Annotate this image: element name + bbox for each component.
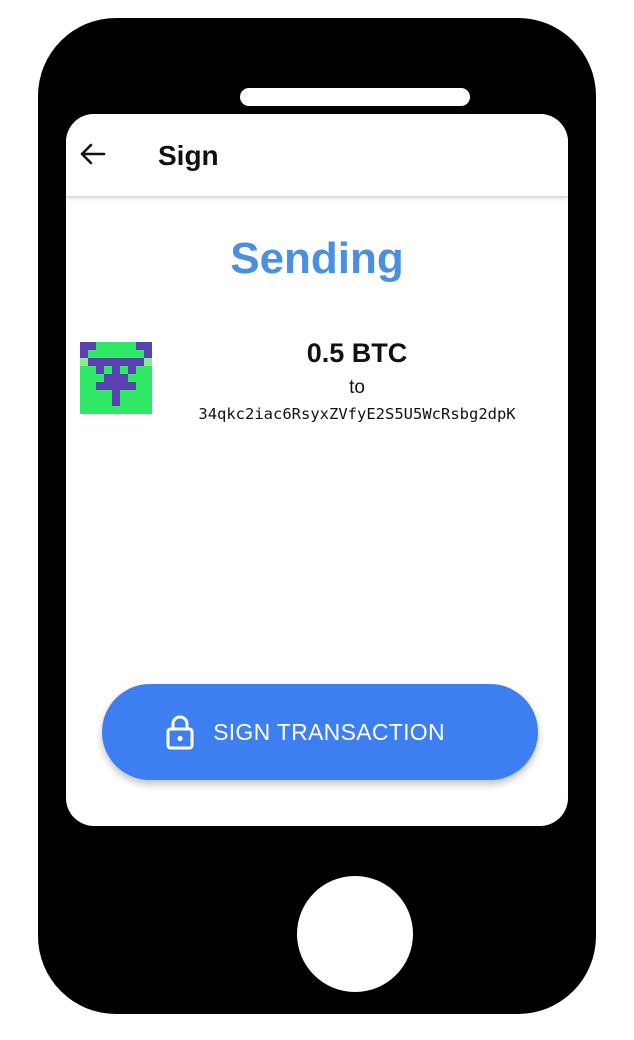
identicon-cell [112, 398, 121, 407]
identicon-cell [120, 406, 129, 414]
identicon-cell [112, 382, 121, 391]
identicon-cell [120, 350, 129, 359]
identicon-cell [96, 366, 105, 375]
to-label: to [349, 377, 365, 398]
app-bar: Sign [66, 114, 568, 197]
identicon-cell [120, 374, 129, 383]
identicon-cell [144, 382, 152, 391]
arrow-left-icon [80, 143, 106, 165]
identicon-cell [128, 366, 137, 375]
identicon-cell [144, 390, 152, 399]
identicon-cell [104, 350, 113, 359]
recipient-address: 34qkc2iac6RsyxZVfyE2S5U5WcRsbg2dpK [198, 405, 516, 423]
identicon-cell [104, 382, 113, 391]
identicon-cell [96, 398, 105, 407]
page-title: Sign [158, 140, 219, 171]
identicon-cell [120, 358, 129, 367]
sign-transaction-label: SIGN TRANSACTION [213, 719, 445, 745]
identicon-cell [96, 374, 105, 383]
identicon-cell [128, 374, 137, 383]
identicon-cell [136, 398, 145, 407]
identicon-cell [112, 366, 121, 375]
identicon-cell [96, 350, 105, 359]
identicon-cell [104, 342, 113, 351]
identicon-cell [144, 398, 152, 407]
identicon-cell [128, 358, 137, 367]
identicon-cell [136, 374, 145, 383]
identicon-cell [104, 358, 113, 367]
identicon-cell [96, 382, 105, 391]
identicon-cell [88, 366, 97, 375]
identicon-cell [80, 398, 89, 407]
identicon-cell [112, 374, 121, 383]
phone-home-button[interactable] [297, 876, 413, 992]
identicon-cell [112, 342, 121, 351]
identicon-cell [104, 390, 113, 399]
identicon-cell [136, 350, 145, 359]
amount-label: 0.5 BTC [306, 338, 408, 368]
identicon-cell [128, 350, 137, 359]
identicon-cell [88, 406, 97, 414]
identicon-cell [80, 382, 89, 391]
identicon-cell [80, 406, 89, 414]
identicon-cell [104, 398, 113, 407]
identicon-cell [80, 350, 89, 359]
identicon-cell [96, 358, 105, 367]
identicon-cell [144, 374, 152, 383]
identicon-cell [128, 398, 137, 407]
identicon-cell [112, 350, 121, 359]
identicon-cell [88, 374, 97, 383]
identicon-cell [144, 350, 152, 359]
identicon [80, 342, 152, 414]
identicon-cell [88, 398, 97, 407]
identicon-cell [112, 358, 121, 367]
identicon-cell [88, 358, 97, 367]
identicon-cell [136, 406, 145, 414]
identicon-cell [80, 342, 89, 351]
identicon-cell [136, 342, 145, 351]
identicon-cell [136, 390, 145, 399]
identicon-cell [104, 374, 113, 383]
identicon-cell [88, 350, 97, 359]
identicon-cell [120, 382, 129, 391]
identicon-cell [144, 366, 152, 375]
identicon-cell [128, 342, 137, 351]
identicon-cell [120, 366, 129, 375]
identicon-cell [88, 342, 97, 351]
identicon-cell [128, 390, 137, 399]
back-button[interactable] [76, 138, 108, 170]
sign-transaction-button[interactable]: SIGN TRANSACTION [102, 684, 538, 780]
identicon-cell [80, 390, 89, 399]
lock-icon [166, 715, 194, 750]
identicon-cell [136, 366, 145, 375]
identicon-cell [120, 398, 129, 407]
identicon-cell [80, 366, 89, 375]
identicon-cell [80, 374, 89, 383]
identicon-cell [120, 390, 129, 399]
identicon-cell [128, 406, 137, 414]
identicon-cell [104, 366, 113, 375]
identicon-cell [96, 342, 105, 351]
identicon-cell [112, 406, 121, 414]
identicon-cell [112, 390, 121, 399]
identicon-cell [120, 342, 129, 351]
identicon-cell [136, 358, 145, 367]
identicon-cell [96, 390, 105, 399]
identicon-cell [136, 382, 145, 391]
app-screen: Sign Sending 0.5 BTC to 34qkc2iac6RsyxZV… [66, 114, 568, 826]
identicon-cell [144, 406, 152, 414]
identicon-cell [96, 406, 105, 414]
identicon-cell [144, 342, 152, 351]
identicon-cell [88, 382, 97, 391]
identicon-cell [80, 358, 89, 367]
phone-speaker [240, 88, 470, 106]
identicon-cell [104, 406, 113, 414]
identicon-cell [88, 390, 97, 399]
identicon-cell [128, 382, 137, 391]
sending-heading: Sending [230, 234, 404, 283]
identicon-cell [144, 358, 152, 367]
